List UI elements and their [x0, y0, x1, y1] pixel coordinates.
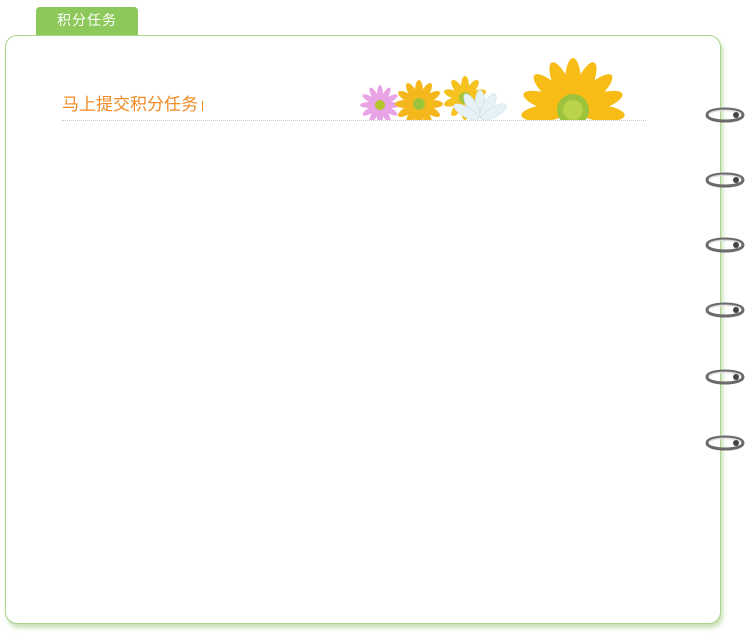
binder-ring-icon	[705, 172, 745, 188]
binder-ring-icon	[705, 302, 745, 318]
page-title-text: 马上提交积分任务	[62, 95, 198, 115]
binder-ring-icon	[705, 107, 745, 123]
binder-ring-icon	[705, 435, 745, 451]
title-bar-icon	[202, 101, 203, 111]
page-title: 马上提交积分任务	[62, 94, 203, 116]
notebook-panel	[5, 35, 721, 624]
title-divider	[62, 120, 646, 121]
binder-ring-icon	[705, 237, 745, 253]
tab-points-tasks[interactable]: 积分任务	[36, 7, 138, 36]
daisy-flowers-icon	[355, 58, 655, 120]
binder-ring-icon	[705, 369, 745, 385]
